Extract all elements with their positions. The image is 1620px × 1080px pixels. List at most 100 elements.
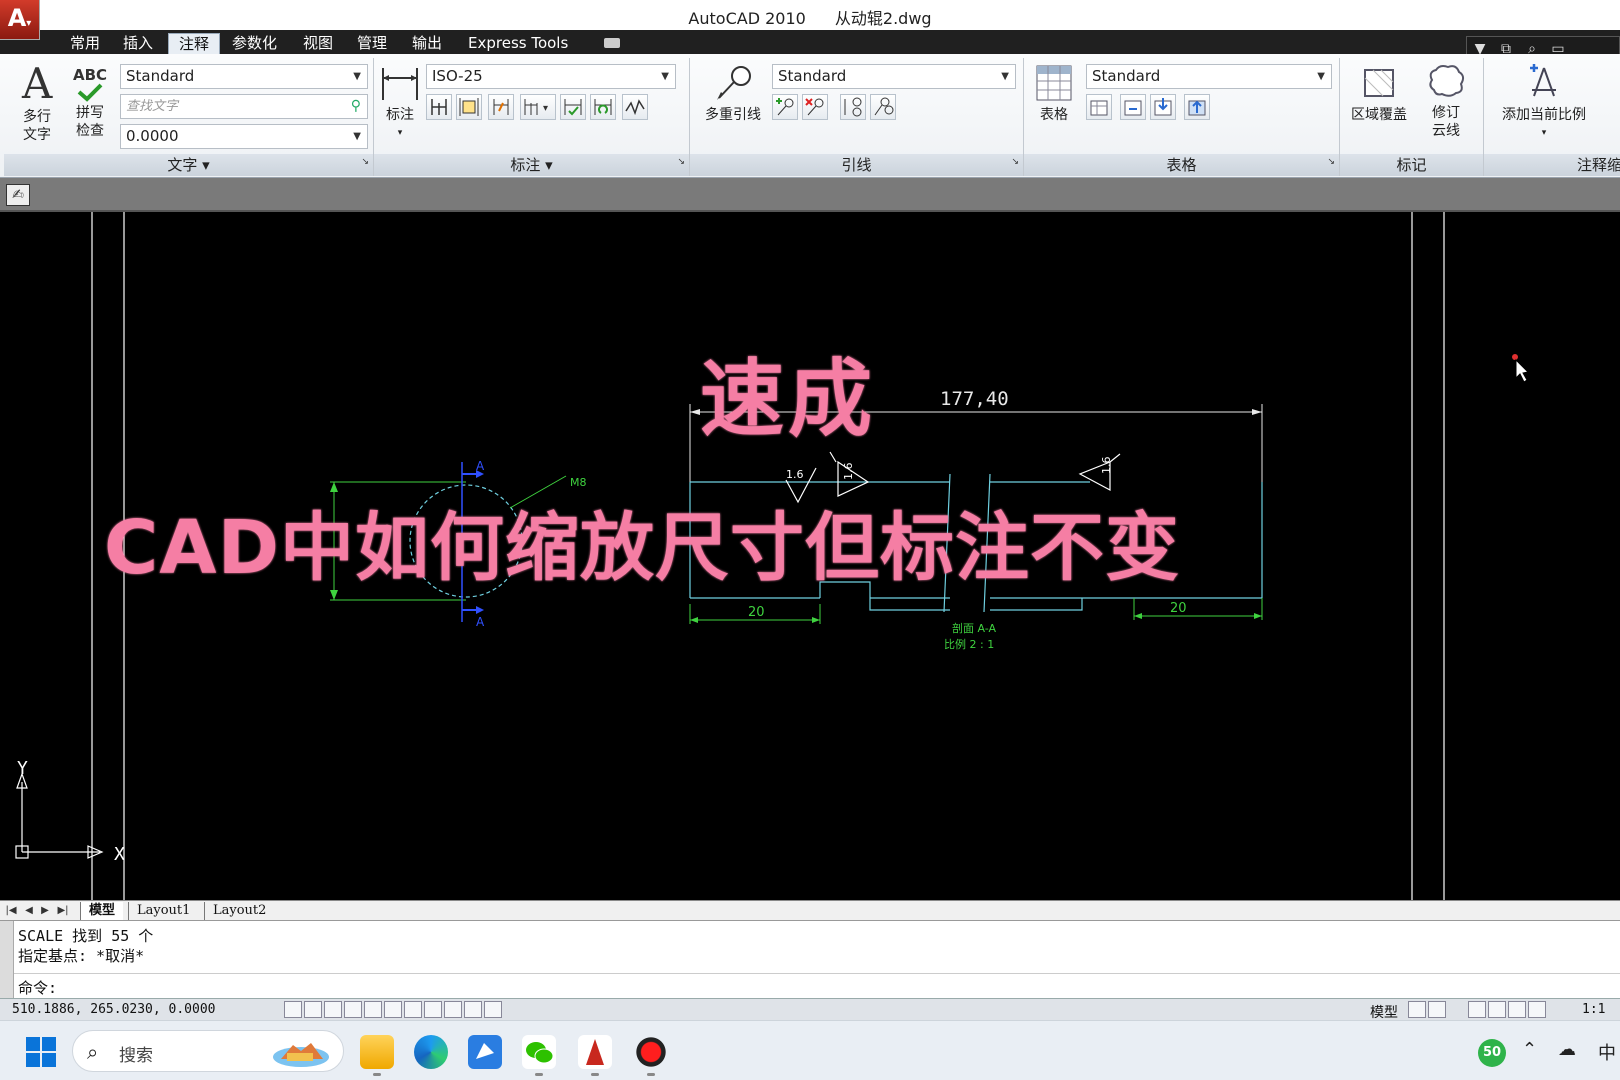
find-replace-icon[interactable]: ⚲ — [351, 95, 361, 118]
application-menu-button[interactable]: A▾ — [0, 0, 40, 40]
multileader-button[interactable]: 多重引线 — [700, 64, 766, 124]
tab-layout1[interactable]: Layout1 — [128, 902, 198, 920]
dialog-launcher-icon[interactable]: ↘ — [361, 151, 369, 173]
jogged-linear-icon[interactable] — [622, 94, 648, 120]
dialog-launcher-icon[interactable]: ↘ — [1011, 151, 1019, 173]
command-input[interactable]: 命令: — [14, 973, 1620, 999]
panel-tables: 表格 Standard ▼ 表格 ↘ — [1024, 58, 1340, 176]
tab-parametric[interactable]: 参数化 — [222, 33, 287, 54]
quick-properties-icon[interactable] — [484, 1001, 502, 1018]
annotation-scale-icon — [1530, 64, 1556, 97]
infer-constraints-icon[interactable] — [284, 1001, 302, 1018]
tab-manage[interactable]: 管理 — [347, 33, 397, 54]
zoom-icon[interactable] — [1488, 1001, 1506, 1018]
extract-data-icon[interactable] — [1086, 94, 1112, 120]
snap-mode-icon[interactable] — [304, 1001, 322, 1018]
inspect-dimension-icon[interactable] — [560, 94, 586, 120]
panel-title-leaders[interactable]: 引线 ↘ — [690, 154, 1023, 176]
steeringwheel-icon[interactable] — [1508, 1001, 1526, 1018]
tab-output[interactable]: 输出 — [402, 33, 452, 54]
screen-recorder-icon[interactable] — [634, 1035, 668, 1069]
mtext-button[interactable]: A 多行 文字 — [12, 60, 62, 144]
continue-dimension-icon[interactable] — [426, 94, 452, 120]
download-from-source-icon[interactable] — [1150, 94, 1176, 120]
model-space-label[interactable]: 模型 — [1370, 1002, 1398, 1022]
revision-cloud-icon — [1429, 65, 1465, 97]
onedrive-cloud-icon[interactable]: ☁ — [1558, 1039, 1576, 1060]
tab-model[interactable]: 模型 — [80, 902, 124, 920]
annotation-scale[interactable]: 1:1 — [1582, 1002, 1605, 1017]
lineweight-icon[interactable] — [464, 1001, 482, 1018]
model-view-icon[interactable] — [1408, 1001, 1426, 1018]
tab-view[interactable]: 视图 — [293, 33, 343, 54]
command-window-grip[interactable] — [0, 921, 14, 999]
text-style-select[interactable]: Standard ▼ — [120, 64, 368, 89]
coordinate-readout[interactable]: 510.1886, 265.0230, 0.0000 — [12, 1002, 216, 1017]
remove-leader-icon[interactable] — [802, 94, 828, 120]
align-leaders-icon[interactable] — [840, 94, 866, 120]
polar-tracking-icon[interactable] — [364, 1001, 382, 1018]
showmotion-icon[interactable] — [1528, 1001, 1546, 1018]
tab-insert[interactable]: 插入 — [113, 33, 163, 54]
dialog-launcher-icon[interactable]: ↘ — [1327, 151, 1335, 173]
panel-title-dimensions[interactable]: 标注 ▾ ↘ — [374, 154, 689, 176]
tray-app-badge[interactable]: 50 — [1478, 1039, 1506, 1067]
grid-display-icon[interactable] — [324, 1001, 342, 1018]
find-text-input[interactable]: 查找文字 ⚲ — [120, 94, 368, 119]
dialog-launcher-icon[interactable]: ↘ — [677, 151, 685, 173]
feishu-icon[interactable] — [468, 1035, 502, 1069]
dynamic-ucs-icon[interactable] — [424, 1001, 442, 1018]
update-dimension-icon[interactable] — [590, 94, 616, 120]
tab-annotate[interactable]: 注释 — [168, 33, 221, 54]
file-explorer-icon[interactable] — [360, 1035, 394, 1069]
spell-check-button[interactable]: ABC 拼写 检查 — [68, 66, 112, 140]
windows-start-icon[interactable] — [26, 1037, 56, 1067]
last-layout-icon[interactable]: ▶| — [56, 903, 70, 918]
chevron-up-icon[interactable]: ⌃ — [1522, 1039, 1537, 1060]
ime-indicator[interactable]: 中 — [1598, 1039, 1616, 1065]
text-height-select[interactable]: 0.0000 ▼ — [120, 124, 368, 149]
pan-icon[interactable] — [1468, 1001, 1486, 1018]
autocad-taskbar-icon[interactable] — [578, 1035, 612, 1069]
layout-tab-bar: |◀ ◀ ▶ ▶| 模型 Layout1 Layout2 — [0, 900, 1620, 920]
mleader-style-select[interactable]: Standard ▼ — [772, 64, 1016, 89]
panel-title-annotation-scaling[interactable]: 注释缩 — [1484, 154, 1620, 176]
wechat-icon[interactable] — [522, 1035, 556, 1069]
signature-icon[interactable]: ✍ — [6, 184, 30, 206]
dimspace-icon[interactable] — [456, 94, 482, 120]
table-button[interactable]: 表格 — [1030, 64, 1078, 124]
layout-view-icon[interactable] — [1428, 1001, 1446, 1018]
object-snap-tracking-icon[interactable] — [404, 1001, 422, 1018]
revision-cloud-button[interactable]: 修订 云线 — [1420, 62, 1472, 140]
dynamic-input-icon[interactable] — [444, 1001, 462, 1018]
edge-browser-icon[interactable] — [414, 1035, 448, 1069]
table-style-select[interactable]: Standard ▼ — [1086, 64, 1332, 89]
next-layout-icon[interactable]: ▶ — [38, 903, 52, 918]
drawing-canvas[interactable]: A A M8 177,40 1.6 1.6 1.6 20 20 剖面 A-A 比… — [0, 212, 1620, 900]
upload-to-source-icon[interactable] — [1184, 94, 1210, 120]
collect-leaders-icon[interactable] — [870, 94, 896, 120]
dimension-button[interactable]: 标注 ▾ — [378, 64, 422, 142]
first-layout-icon[interactable]: |◀ — [4, 903, 18, 918]
wipeout-button[interactable]: 区域覆盖 — [1346, 64, 1412, 124]
panel-title-markup[interactable]: 标记 — [1340, 154, 1483, 176]
add-leader-icon[interactable] — [772, 94, 798, 120]
chevron-down-icon: ▼ — [1317, 71, 1325, 82]
tab-layout2[interactable]: Layout2 — [204, 902, 274, 920]
ribbon-minimize-icon[interactable] — [604, 38, 620, 48]
title-bar: A▾ AutoCAD 2010 从动辊2.dwg — [0, 0, 1620, 40]
taskbar-search-box[interactable]: ⌕ 搜索 — [72, 1030, 344, 1072]
panel-title-text[interactable]: 文字 ▾ ↘ — [4, 154, 373, 176]
object-snap-icon[interactable] — [384, 1001, 402, 1018]
panel-title-tables[interactable]: 表格 ↘ — [1024, 154, 1339, 176]
ortho-mode-icon[interactable] — [344, 1001, 362, 1018]
dimbreak-icon[interactable] — [488, 94, 514, 120]
chevron-down-icon: ▾ — [1541, 128, 1547, 138]
tab-express-tools[interactable]: Express Tools — [458, 33, 578, 54]
tab-home[interactable]: 常用 — [60, 33, 110, 54]
prev-layout-icon[interactable]: ◀ — [22, 903, 36, 918]
add-current-scale-button[interactable]: 添加当前比例 ▾ — [1494, 62, 1594, 142]
baseline-dimension-icon[interactable]: ▾ — [520, 94, 556, 120]
dim-style-select[interactable]: ISO-25 ▼ — [426, 64, 676, 89]
link-data-icon[interactable] — [1120, 94, 1146, 120]
